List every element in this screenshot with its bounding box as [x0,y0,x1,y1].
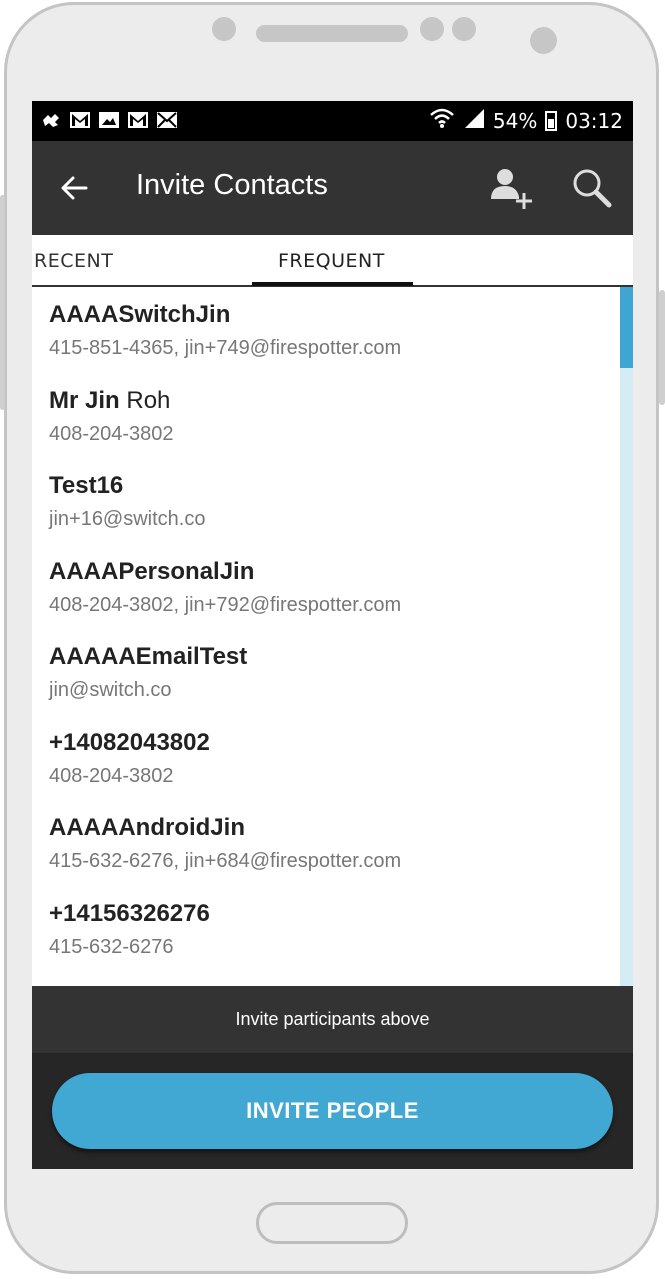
contact-detail: 415-632-6276, jin+684@firespotter.com [49,850,402,872]
invite-hint: Invite participants above [32,986,633,1053]
gmail-icon [127,111,149,129]
mail-icon [156,111,178,129]
sensor-dot [420,17,444,41]
front-camera [530,27,557,54]
contact-detail: 408-204-3802, jin+792@firespotter.com [49,594,402,616]
add-person-icon[interactable] [488,165,534,211]
puzzle-icon [40,111,62,129]
search-icon[interactable] [570,166,614,210]
invite-people-button[interactable]: INVITE PEOPLE [52,1073,613,1149]
gmail-icon [69,111,91,129]
contact-detail: jin@switch.co [49,679,172,701]
tab-frequent[interactable]: FREQUENT [278,250,385,272]
power-button [659,290,665,405]
battery-percent: 54% [492,108,538,133]
battery-icon [545,110,558,131]
list-item[interactable]: +14082043802 408-204-3802 [49,729,210,788]
contact-first-name: AAAAAndroidJin [49,814,245,841]
home-button[interactable] [256,1202,408,1244]
screen: 54% 03:12 Invite Contacts RECENT FREQUEN… [32,101,633,1169]
contact-detail: 415-632-6276 [49,936,174,958]
contact-detail: 408-204-3802 [49,423,174,445]
contact-detail: 415-851-4365, jin+749@firespotter.com [49,337,402,359]
contact-first-name: AAAAAEmailTest [49,643,248,670]
page-title: Invite Contacts [136,169,328,201]
contact-last-name: Roh [126,387,171,414]
contact-first-name: AAAAPersonalJin [49,558,255,585]
contact-detail: 408-204-3802 [49,765,174,787]
contact-name: AAAASwitchJin [49,301,401,329]
clock: 03:12 [565,108,623,133]
image-icon [98,111,120,129]
contact-name: +14156326276 [49,900,210,928]
contact-first-name: Mr Jin [49,387,120,414]
status-bar: 54% 03:12 [32,101,633,141]
sensor-dot [212,17,236,41]
wifi-icon [429,107,455,134]
scrollbar[interactable] [620,287,633,986]
contact-name: Mr Jin Roh [49,387,174,415]
signal-icon [463,107,485,134]
notification-icons [40,111,178,129]
tab-recent[interactable]: RECENT [34,250,113,272]
list-item[interactable]: Test16 jin+16@switch.co [49,472,205,531]
list-item[interactable]: AAAAAndroidJin 415-632-6276, jin+684@fir… [49,814,401,873]
contact-detail: jin+16@switch.co [49,508,206,530]
contact-name: AAAAAndroidJin [49,814,401,842]
list-item[interactable]: AAAAPersonalJin 408-204-3802, jin+792@fi… [49,558,401,617]
contact-first-name: +14082043802 [49,729,210,756]
status-right: 54% 03:12 [429,107,623,134]
volume-button [0,195,5,410]
contact-list[interactable]: AAAASwitchJin 415-851-4365, jin+749@fire… [32,287,620,986]
contact-name: AAAAPersonalJin [49,558,401,586]
list-item[interactable]: Mr Jin Roh 408-204-3802 [49,387,174,446]
list-item[interactable]: AAAASwitchJin 415-851-4365, jin+749@fire… [49,301,401,360]
contact-first-name: Test16 [49,472,124,499]
contact-name: +14082043802 [49,729,210,757]
contact-name: Test16 [49,472,205,500]
contact-name: AAAAAEmailTest [49,643,247,671]
bottom-bar: INVITE PEOPLE [32,1053,633,1169]
app-bar: Invite Contacts [32,141,633,235]
earpiece-speaker [256,25,408,42]
contact-first-name: AAAASwitchJin [49,301,231,328]
list-item[interactable]: +14156326276 415-632-6276 [49,900,210,959]
contact-first-name: +14156326276 [49,900,210,927]
list-item[interactable]: AAAAAEmailTest jin@switch.co [49,643,247,702]
sensor-dot [452,17,476,41]
back-arrow-icon[interactable] [56,168,96,208]
tab-indicator [252,282,413,286]
scrollbar-thumb[interactable] [620,287,633,368]
tab-bar: RECENT FREQUENT [32,235,633,287]
